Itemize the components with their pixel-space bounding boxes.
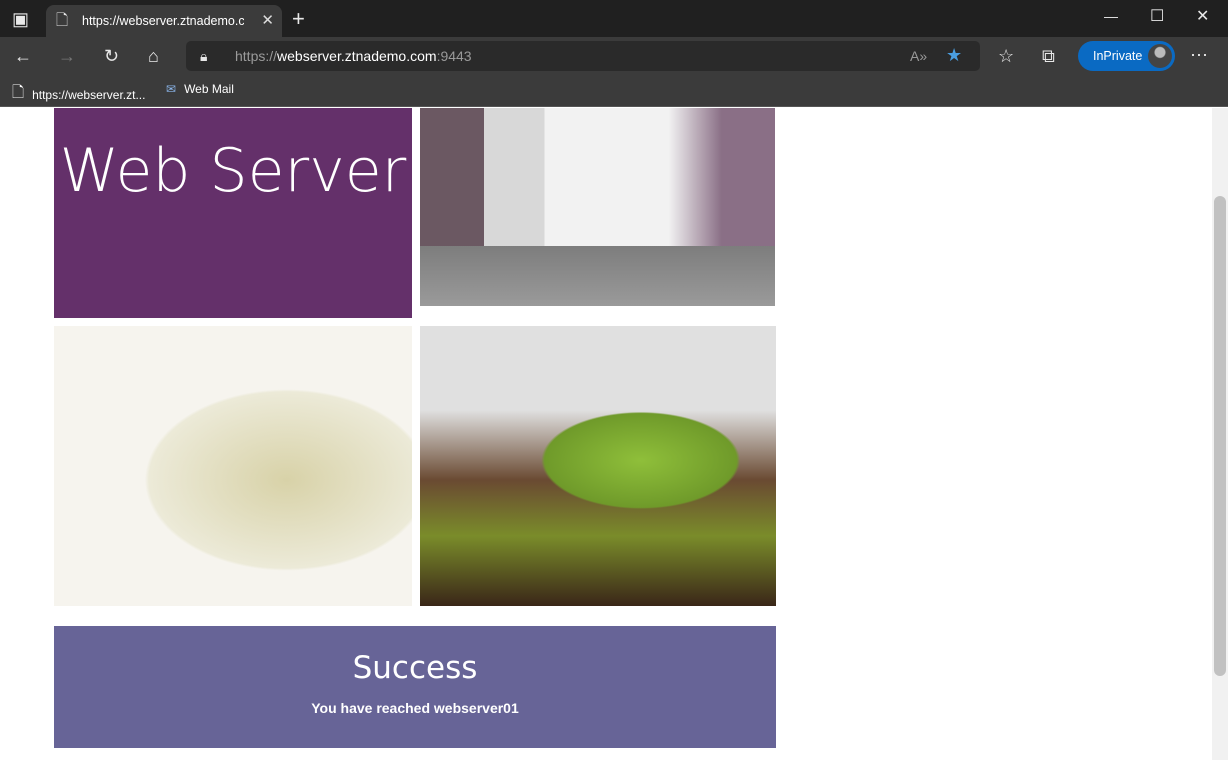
scrollbar[interactable]	[1212, 108, 1228, 760]
minimize-icon[interactable]: —	[1104, 6, 1118, 26]
maximize-icon[interactable]: ☐	[1150, 7, 1164, 27]
url-host: webserver.ztnademo.com	[277, 48, 437, 64]
url-scheme: https://	[235, 48, 278, 64]
tab-title: https://webserver.ztnademo.com:9443	[82, 14, 244, 28]
new-tab-icon[interactable]: +	[292, 8, 305, 30]
lock-icon[interactable]: 🔒︎	[200, 46, 207, 66]
bookmark-label: Web Mail	[184, 82, 234, 96]
table-setting-image	[420, 108, 775, 306]
bookmark-web-mail[interactable]: ✉ Web Mail	[166, 82, 234, 96]
favorite-star-icon[interactable]: ★	[946, 45, 962, 65]
home-icon[interactable]: ⌂	[148, 46, 159, 66]
inprivate-label: InPrivate	[1093, 49, 1143, 63]
url-port: :9443	[436, 48, 472, 64]
toolbar: ← → ↻ ⌂ 🔒︎ https://webserver.ztnademo.co…	[0, 37, 1228, 75]
close-window-icon[interactable]: ✕	[1196, 7, 1209, 27]
tab-actions-icon[interactable]: ▣	[12, 9, 29, 29]
back-icon[interactable]: ←	[14, 46, 32, 66]
tab-bar: ▣ 🗋 https://webserver.ztnademo.com:9443 …	[0, 0, 1228, 37]
avatar	[1148, 44, 1172, 68]
lettuce-wraps-image	[420, 326, 776, 606]
pasta-clams-image	[54, 326, 412, 606]
refresh-icon[interactable]: ↻	[104, 46, 119, 66]
url-text[interactable]: https://webserver.ztnademo.com:9443	[235, 48, 472, 64]
forward-icon[interactable]: →	[58, 46, 76, 66]
more-icon[interactable]: ⋯	[1190, 45, 1208, 65]
success-message: You have reached webserver01	[311, 700, 519, 716]
scrollbar-thumb[interactable]	[1214, 196, 1226, 676]
read-aloud-icon[interactable]: A»	[910, 46, 927, 66]
page-icon: 🗋	[56, 12, 69, 29]
success-banner: Success You have reached webserver01	[54, 626, 776, 748]
bookmarks-bar: 🗋 https://webserver.zt... ✉ Web Mail	[0, 75, 1228, 107]
bookmark-webserver[interactable]: 🗋 https://webserver.zt...	[12, 82, 145, 107]
collections-icon[interactable]: ⧉	[1042, 46, 1055, 66]
favorites-icon[interactable]: ☆	[998, 46, 1014, 66]
success-title: Success	[352, 650, 478, 686]
mail-icon: ✉	[166, 82, 177, 96]
inprivate-button[interactable]: InPrivate	[1078, 41, 1175, 71]
hero-title: Web Server	[54, 108, 412, 318]
tab-active[interactable]: 🗋 https://webserver.ztnademo.com:9443 ✕	[46, 5, 282, 37]
address-bar[interactable]: 🔒︎ https://webserver.ztnademo.com:9443 A…	[186, 41, 980, 71]
page-content: Web Server Success You have reached webs…	[0, 108, 1212, 760]
bookmark-label: https://webserver.zt...	[32, 87, 146, 102]
close-tab-icon[interactable]: ✕	[261, 11, 274, 29]
page-icon: 🗋	[12, 84, 25, 101]
